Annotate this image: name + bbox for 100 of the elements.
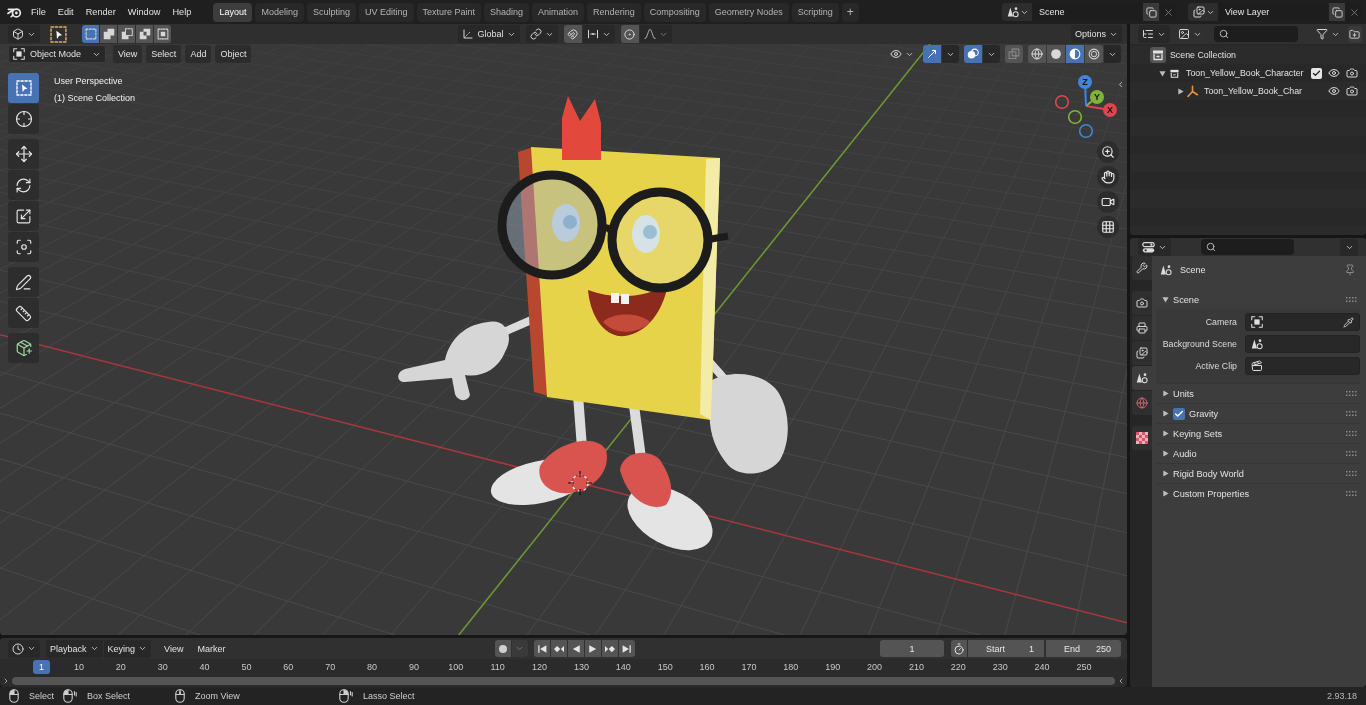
disclosure-triangle-icon[interactable]	[1158, 69, 1166, 77]
pivot-dropdown[interactable]	[525, 25, 558, 43]
axis-handle[interactable]: X	[1085, 103, 1117, 117]
scene-browse-button[interactable]	[1002, 3, 1032, 21]
view-layer-browse-button[interactable]	[1188, 3, 1218, 21]
workspace-tab[interactable]: Layout	[213, 3, 253, 22]
workspace-tab[interactable]: Shading	[484, 3, 530, 22]
properties-tab[interactable]	[1132, 291, 1152, 315]
orientation-dropdown[interactable]: Global	[458, 25, 520, 43]
menu-item[interactable]: View	[113, 45, 143, 63]
shading-button[interactable]	[1028, 45, 1046, 63]
display-mode-button[interactable]	[1138, 25, 1170, 43]
panel-header[interactable]: Custom Properties	[1156, 483, 1360, 503]
axis-handle[interactable]	[1054, 94, 1070, 110]
menu-item[interactable]: Window	[121, 2, 167, 22]
menu-item[interactable]: View	[159, 639, 189, 658]
panel-header[interactable]: Scene	[1156, 290, 1360, 309]
record-button[interactable]	[494, 640, 511, 657]
chevron-left-icon[interactable]	[1117, 677, 1125, 685]
proportional-toggle[interactable]	[620, 25, 639, 43]
playhead[interactable]: 1	[33, 660, 50, 674]
properties-tab[interactable]	[1132, 316, 1152, 340]
properties-tab[interactable]	[1132, 366, 1152, 390]
search-field[interactable]	[1201, 239, 1294, 255]
play-reverse-button[interactable]	[567, 640, 584, 657]
select-mode-button[interactable]	[82, 25, 99, 43]
value-field[interactable]	[1245, 357, 1360, 375]
disclosure-triangle-icon[interactable]	[1176, 87, 1184, 95]
axis-handle[interactable]	[1078, 123, 1094, 139]
dropdown-button[interactable]: Keying	[103, 639, 152, 658]
disclosure-triangle-icon[interactable]	[1162, 410, 1169, 417]
next-keyframe-button[interactable]	[601, 640, 618, 657]
copy-button[interactable]	[1143, 3, 1159, 21]
menu-item[interactable]: Render	[79, 2, 122, 22]
panel-header[interactable]: Rigid Body World	[1156, 463, 1360, 483]
chevron-right-icon[interactable]	[2, 677, 10, 685]
toggle-button[interactable]	[1005, 45, 1023, 63]
start-frame-field[interactable]: Start 1	[968, 640, 1044, 657]
menu-item[interactable]: File	[25, 2, 52, 22]
shading-button[interactable]	[1085, 45, 1103, 63]
outliner-row[interactable]: Toon_Yellow_Book_Character	[1130, 64, 1366, 82]
checkbox[interactable]	[1311, 67, 1322, 79]
chevron-left-icon[interactable]	[1116, 80, 1125, 89]
menu-item[interactable]: Help	[166, 2, 198, 22]
menu-item[interactable]: Select	[146, 45, 182, 63]
workspace-tab[interactable]: Scripting	[791, 3, 839, 22]
camera-view-button[interactable]	[1097, 191, 1119, 213]
menu-item[interactable]: Marker	[192, 639, 231, 658]
scrollbar[interactable]	[12, 677, 1115, 685]
dropdown-button[interactable]: Playback	[46, 639, 103, 658]
axis-handle[interactable]: Z	[1078, 75, 1092, 107]
copy-button[interactable]	[1329, 3, 1345, 21]
pin-icon[interactable]	[1344, 263, 1356, 276]
value-field[interactable]	[1245, 335, 1360, 353]
workspace-tab[interactable]: Texture Paint	[416, 3, 482, 22]
axis-handle[interactable]	[1067, 109, 1083, 125]
properties-tab[interactable]	[1132, 256, 1152, 280]
workspace-tab[interactable]: Animation	[532, 3, 585, 22]
editor-type-button[interactable]	[8, 639, 40, 658]
select-mode-button[interactable]	[136, 25, 153, 43]
tool-button[interactable]	[8, 201, 39, 231]
value-field[interactable]	[1245, 313, 1360, 331]
workspace-tab[interactable]: Rendering	[587, 3, 641, 22]
editor-type-button[interactable]	[1138, 238, 1171, 256]
disclosure-triangle-icon[interactable]	[1162, 470, 1169, 477]
end-frame-field[interactable]: End 250	[1046, 640, 1121, 657]
search-field[interactable]	[1214, 26, 1298, 42]
tool-button[interactable]	[8, 170, 39, 200]
workspace-tab[interactable]: Geometry Nodes	[708, 3, 789, 22]
snap-target-dropdown[interactable]	[582, 25, 615, 43]
outliner-row[interactable]: Scene Collection	[1130, 46, 1366, 64]
disclosure-triangle-icon[interactable]	[1162, 430, 1169, 437]
zoom-button[interactable]	[1097, 141, 1119, 163]
shading-button[interactable]	[1066, 45, 1084, 63]
outliner-row[interactable]: Toon_Yellow_Book_Char	[1130, 82, 1366, 100]
camera-icon[interactable]	[1346, 85, 1358, 97]
properties-tab[interactable]	[1132, 341, 1152, 365]
select-mode-button[interactable]	[154, 25, 171, 43]
eye-icon[interactable]	[1328, 67, 1340, 79]
mode-dropdown[interactable]: Object Mode	[8, 45, 106, 63]
tool-button[interactable]	[8, 333, 39, 363]
tool-button[interactable]	[8, 104, 39, 134]
play-button[interactable]	[584, 640, 601, 657]
camera-icon[interactable]	[1346, 67, 1358, 79]
select-mode-button[interactable]	[118, 25, 135, 43]
tool-button[interactable]	[8, 298, 39, 328]
jump-start-button[interactable]	[533, 640, 550, 657]
checkbox[interactable]	[1173, 407, 1185, 420]
panel-header[interactable]: Units	[1156, 383, 1360, 403]
menu-item[interactable]: Add	[185, 45, 212, 63]
workspace-tab[interactable]: Sculpting	[306, 3, 356, 22]
menu-item[interactable]: Object	[215, 45, 252, 63]
options-dropdown[interactable]: Options	[1070, 25, 1122, 43]
properties-tab[interactable]	[1132, 426, 1152, 450]
panel-header[interactable]: Gravity	[1156, 403, 1360, 423]
eye-icon[interactable]	[1328, 85, 1340, 97]
disclosure-triangle-icon[interactable]	[1162, 296, 1169, 303]
panel-header[interactable]: Keying Sets	[1156, 423, 1360, 443]
editor-type-button[interactable]	[8, 25, 40, 43]
toggle-button[interactable]	[964, 45, 982, 63]
